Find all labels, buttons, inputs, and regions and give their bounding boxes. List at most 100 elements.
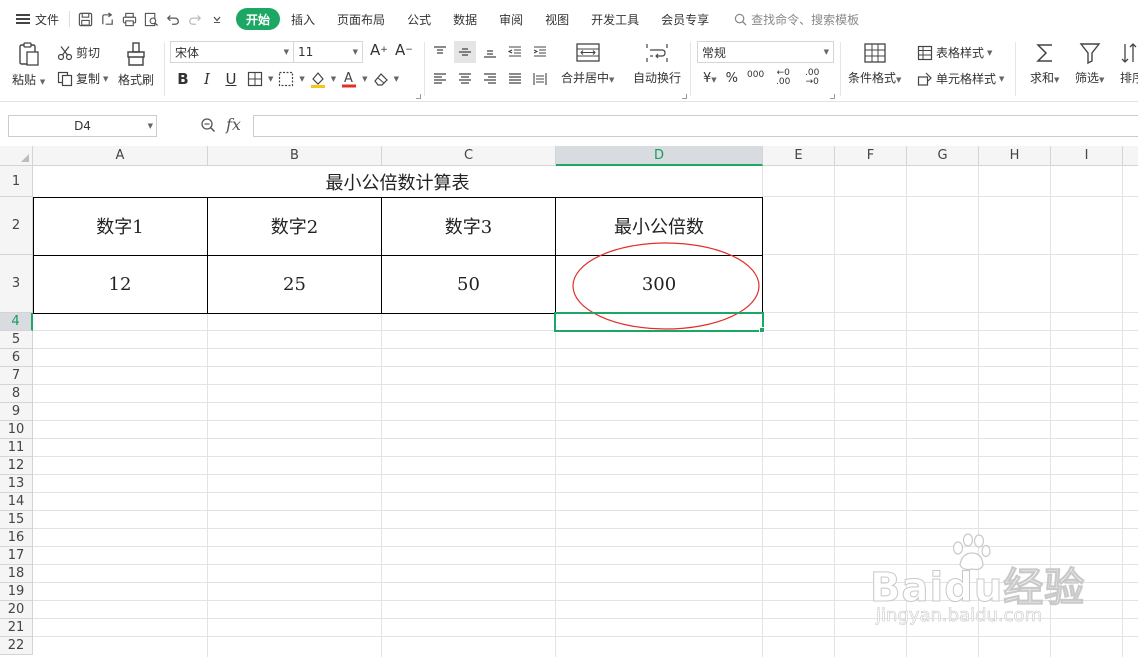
row-header-5[interactable]: 5 (0, 331, 33, 349)
header-cell-c2[interactable]: 数字3 (382, 197, 555, 255)
selected-cell-d4[interactable] (554, 312, 764, 332)
row-header-3[interactable]: 3 (0, 255, 33, 313)
tab-formulas[interactable]: 公式 (396, 8, 442, 30)
cell-style-button[interactable]: 单元格样式 ▼ (917, 70, 1004, 87)
row-header-13[interactable]: 13 (0, 475, 33, 493)
column-header-c[interactable]: C (382, 146, 556, 166)
bold-icon[interactable]: B (172, 68, 194, 90)
fill-pattern-icon[interactable] (275, 68, 297, 90)
cut-button[interactable]: 剪切 (57, 44, 100, 61)
name-box[interactable]: D4 ▼ (8, 115, 157, 137)
undo-icon[interactable] (162, 8, 184, 30)
select-all-button[interactable] (0, 146, 33, 166)
distributed-icon[interactable] (529, 68, 551, 90)
font-name-select[interactable]: 宋体 ▼ (170, 41, 294, 63)
header-cell-d2[interactable]: 最小公倍数 (556, 197, 762, 255)
fill-color-icon[interactable] (307, 68, 329, 90)
font-size-select[interactable]: 11 ▼ (293, 41, 363, 63)
column-header-e[interactable]: E (763, 146, 835, 166)
value-cell-d3[interactable]: 300 (556, 255, 762, 313)
tab-insert[interactable]: 插入 (280, 8, 326, 30)
worksheet-grid[interactable]: A B C D E F G H I 1 2 3 4 5 6 7 8 9 10 1… (0, 146, 1138, 657)
number-format-select[interactable]: 常规 ▼ (697, 41, 834, 63)
merge-center-button[interactable]: 合并居中▼ (561, 41, 614, 86)
insert-function-icon[interactable]: fx (226, 115, 241, 134)
row-header-17[interactable]: 17 (0, 547, 33, 565)
header-cell-a2[interactable]: 数字1 (33, 197, 207, 255)
tab-data[interactable]: 数据 (442, 8, 488, 30)
column-header-g[interactable]: G (907, 146, 979, 166)
tab-developer[interactable]: 开发工具 (580, 8, 650, 30)
command-search[interactable]: 查找命令、搜索模板 (734, 11, 859, 28)
align-bottom-icon[interactable] (479, 41, 501, 63)
row-header-19[interactable]: 19 (0, 583, 33, 601)
italic-icon[interactable]: I (196, 68, 218, 90)
wrap-text-button[interactable]: 自动换行 (633, 41, 681, 86)
value-cell-c3[interactable]: 50 (382, 255, 555, 313)
column-header-h[interactable]: H (979, 146, 1051, 166)
align-left-icon[interactable] (429, 68, 451, 90)
font-dialog-launcher[interactable] (416, 94, 421, 99)
underline-icon[interactable]: U (220, 68, 242, 90)
quick-access-dropdown-icon[interactable] (206, 8, 228, 30)
indent-increase-icon[interactable] (529, 41, 551, 63)
paste-button[interactable]: 粘贴 ▼ (12, 41, 45, 88)
print-preview-icon[interactable] (140, 8, 162, 30)
align-center-icon[interactable] (454, 68, 476, 90)
row-header-14[interactable]: 14 (0, 493, 33, 511)
row-header-4[interactable]: 4 (0, 313, 33, 331)
zoom-icon[interactable] (200, 117, 216, 133)
number-dialog-launcher[interactable] (830, 94, 835, 99)
row-header-22[interactable]: 22 (0, 637, 33, 655)
sum-button[interactable]: 求和▼ (1030, 41, 1059, 86)
header-cell-b2[interactable]: 数字2 (208, 197, 381, 255)
formula-input[interactable] (253, 115, 1138, 137)
row-header-16[interactable]: 16 (0, 529, 33, 547)
column-header-a[interactable]: A (33, 146, 208, 166)
row-header-8[interactable]: 8 (0, 385, 33, 403)
sort-button[interactable]: 排序 (1120, 41, 1138, 86)
row-header-9[interactable]: 9 (0, 403, 33, 421)
value-cell-a3[interactable]: 12 (33, 255, 207, 313)
row-header-20[interactable]: 20 (0, 601, 33, 619)
row-header-18[interactable]: 18 (0, 565, 33, 583)
copy-button[interactable]: 复制 ▼ (57, 70, 108, 87)
fill-handle[interactable] (759, 327, 765, 333)
column-header-b[interactable]: B (208, 146, 382, 166)
row-header-6[interactable]: 6 (0, 349, 33, 367)
title-cell[interactable]: 最小公倍数计算表 (33, 166, 762, 197)
justify-icon[interactable] (504, 68, 526, 90)
tab-home[interactable]: 开始 (236, 8, 281, 30)
alignment-dialog-launcher[interactable] (682, 94, 687, 99)
redo-icon[interactable] (184, 8, 206, 30)
currency-format-button[interactable]: ¥▼ (703, 71, 717, 86)
file-menu-button[interactable]: 文件 (10, 7, 65, 31)
tab-member[interactable]: 会员专享 (650, 8, 720, 30)
filter-button[interactable]: 筛选▼ (1075, 41, 1104, 86)
align-middle-icon[interactable] (454, 41, 476, 63)
percent-icon[interactable]: % (726, 71, 738, 86)
print-icon[interactable] (118, 8, 140, 30)
increase-font-icon[interactable]: A + (370, 41, 388, 59)
row-header-12[interactable]: 12 (0, 457, 33, 475)
tab-view[interactable]: 视图 (534, 8, 580, 30)
column-header-partial[interactable] (1123, 146, 1138, 166)
format-painter-button[interactable]: 格式刷 (118, 41, 154, 88)
row-header-15[interactable]: 15 (0, 511, 33, 529)
indent-decrease-icon[interactable] (504, 41, 526, 63)
export-icon[interactable] (96, 8, 118, 30)
row-header-11[interactable]: 11 (0, 439, 33, 457)
column-header-d[interactable]: D (556, 146, 763, 166)
save-icon[interactable] (74, 8, 96, 30)
column-header-i[interactable]: I (1051, 146, 1123, 166)
increase-decimal-icon[interactable]: ←0 .00 (773, 69, 793, 87)
table-style-button[interactable]: 表格样式 ▼ (917, 44, 992, 61)
tab-page-layout[interactable]: 页面布局 (326, 8, 396, 30)
thousands-separator-icon[interactable]: 000 (747, 70, 764, 80)
row-header-1[interactable]: 1 (0, 166, 33, 197)
decrease-decimal-icon[interactable]: .00 →0 (802, 69, 822, 87)
row-header-10[interactable]: 10 (0, 421, 33, 439)
font-color-icon[interactable]: A (338, 68, 360, 90)
row-header-7[interactable]: 7 (0, 367, 33, 385)
eraser-icon[interactable] (370, 68, 392, 90)
